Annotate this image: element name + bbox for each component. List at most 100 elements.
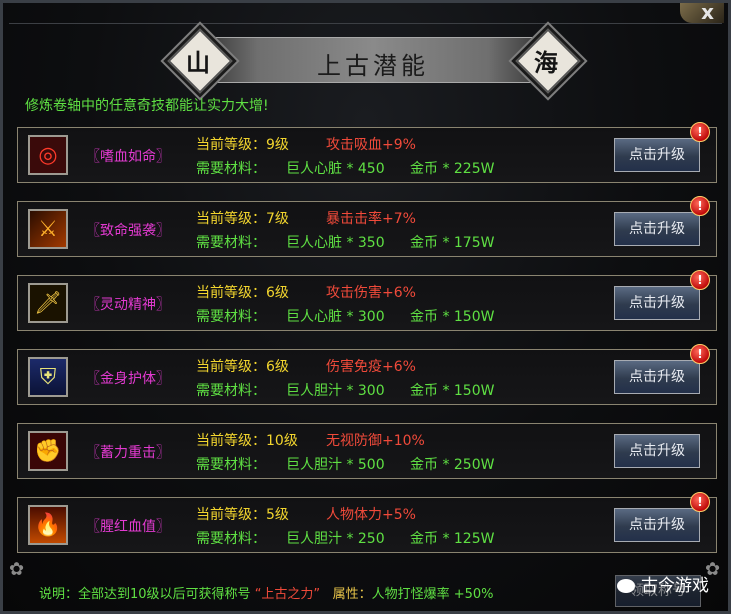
level-line: 当前等级：5级 人物体力+5% <box>196 504 416 524</box>
gold-requirement: 金币 * 125W <box>410 531 495 547</box>
footer-title-name: “上古之力” <box>254 587 321 602</box>
level-line: 当前等级：10级 无视防御+10% <box>196 430 425 450</box>
gold-requirement: 金币 * 150W <box>410 383 495 399</box>
materials-label: 需要材料： <box>196 457 266 473</box>
alert-icon: ! <box>690 492 710 512</box>
materials-line: 需要材料： 巨人心脏 * 300 金币 * 150W <box>196 306 494 326</box>
skill-name: 〖致命强袭〗 <box>86 223 170 239</box>
alert-icon: ! <box>690 344 710 364</box>
title-banner: 上古潜能 <box>193 37 553 83</box>
upgrade-button[interactable]: 点击升级 <box>614 138 700 172</box>
upgrade-button[interactable]: 点击升级 <box>614 508 700 542</box>
current-level-label: 当前等级： <box>196 211 266 227</box>
material-requirement: 巨人心脏 * 300 <box>286 309 385 325</box>
skill-name: 〖蓄力重击〗 <box>86 445 170 461</box>
watermark: 古今游戏 <box>617 571 727 601</box>
skill-name: 〖嗜血如命〗 <box>86 149 170 165</box>
footer-prefix: 说明：全部达到10级以后可获得称号 <box>39 587 251 602</box>
materials-line: 需要材料： 巨人胆汁 * 250 金币 * 125W <box>196 528 494 548</box>
effect-text: 攻击伤害+6% <box>326 285 416 301</box>
upgrade-button[interactable]: 点击升级 <box>614 286 700 320</box>
materials-line: 需要材料： 巨人心脏 * 350 金币 * 175W <box>196 232 494 252</box>
current-level-value: 7级 <box>266 211 289 227</box>
material-requirement: 巨人心脏 * 350 <box>286 235 385 251</box>
alert-icon: ! <box>690 270 710 290</box>
alert-icon: ! <box>690 196 710 216</box>
effect-text: 攻击吸血+9% <box>326 137 416 153</box>
current-level-label: 当前等级： <box>196 285 266 301</box>
skill-icon-frame: ⚔ <box>28 209 68 249</box>
current-level-label: 当前等级： <box>196 433 266 449</box>
footer-note: 说明：全部达到10级以后可获得称号 “上古之力” 属性：人物打怪爆率 +50% <box>39 583 494 602</box>
materials-label: 需要材料： <box>196 531 266 547</box>
left-badge-label: 山 <box>186 48 210 77</box>
materials-label: 需要材料： <box>196 235 266 251</box>
current-level-value: 10级 <box>266 433 298 449</box>
skill-row: ⚔ 〖致命强袭〗 当前等级：7级 暴击击率+7% 需要材料： 巨人心脏 * 35… <box>17 196 717 257</box>
effect-text: 伤害免疫+6% <box>326 359 416 375</box>
effect-text: 无视防御+10% <box>326 433 425 449</box>
gold-requirement: 金币 * 250W <box>410 457 495 473</box>
skill-name: 〖金身护体〗 <box>86 371 170 387</box>
current-level-value: 9级 <box>266 137 289 153</box>
red-fist-icon: ✊ <box>34 439 62 464</box>
close-icon[interactable]: x <box>701 2 714 22</box>
footer-attr-label: 属性： <box>332 587 372 602</box>
skill-icon-frame: ◎ <box>28 135 68 175</box>
top-border <box>9 9 722 24</box>
skill-row: ⛨ 〖金身护体〗 当前等级：6级 伤害免疫+6% 需要材料： 巨人胆汁 * 30… <box>17 344 717 405</box>
level-line: 当前等级：6级 攻击伤害+6% <box>196 282 416 302</box>
materials-line: 需要材料： 巨人心脏 * 450 金币 * 225W <box>196 158 494 178</box>
materials-label: 需要材料： <box>196 161 266 177</box>
materials-label: 需要材料： <box>196 309 266 325</box>
current-level-label: 当前等级： <box>196 359 266 375</box>
watermark-text: 古今游戏 <box>641 576 709 596</box>
corner-ornament: x <box>680 2 724 23</box>
shield-icon: ⛨ <box>39 365 57 390</box>
skill-row: ◎ 〖嗜血如命〗 当前等级：9级 攻击吸血+9% 需要材料： 巨人心脏 * 45… <box>17 122 717 183</box>
level-line: 当前等级：6级 伤害免疫+6% <box>196 356 416 376</box>
level-line: 当前等级：7级 暴击击率+7% <box>196 208 416 228</box>
materials-line: 需要材料： 巨人胆汁 * 300 金币 * 150W <box>196 380 494 400</box>
wechat-icon <box>617 579 635 593</box>
skill-icon-frame: 🗡 <box>28 283 68 323</box>
fire-warrior-icon: 🔥 <box>34 513 62 538</box>
corner-flower-icon: ✿ <box>9 559 25 580</box>
skill-icon-frame: 🔥 <box>28 505 68 545</box>
level-line: 当前等级：9级 攻击吸血+9% <box>196 134 416 154</box>
skill-row: ✊ 〖蓄力重击〗 当前等级：10级 无视防御+10% 需要材料： 巨人胆汁 * … <box>17 423 717 479</box>
alert-icon: ! <box>690 122 710 142</box>
material-requirement: 巨人心脏 * 450 <box>286 161 385 177</box>
footer-attr-value: 人物打怪爆率 +50% <box>371 587 494 602</box>
potential-panel: x 上古潜能 山 海 修炼卷轴中的任意奇技都能让实力大增! ◎ 〖嗜血如命〗 当… <box>0 0 731 614</box>
upgrade-button[interactable]: 点击升级 <box>614 212 700 246</box>
effect-text: 人物体力+5% <box>326 507 416 523</box>
left-title-badge: 山 <box>167 28 233 94</box>
material-requirement: 巨人胆汁 * 250 <box>286 531 385 547</box>
material-requirement: 巨人胆汁 * 300 <box>286 383 385 399</box>
gold-requirement: 金币 * 225W <box>410 161 495 177</box>
upgrade-button[interactable]: 点击升级 <box>614 360 700 394</box>
upgrade-button[interactable]: 点击升级 <box>614 434 700 468</box>
skill-name: 〖灵动精神〗 <box>86 297 170 313</box>
right-badge-label: 海 <box>534 48 558 77</box>
flame-slash-icon: ⚔ <box>38 217 58 242</box>
material-requirement: 巨人胆汁 * 500 <box>286 457 385 473</box>
blood-target-icon: ◎ <box>38 143 58 168</box>
effect-text: 暴击击率+7% <box>326 211 416 227</box>
gold-requirement: 金币 * 175W <box>410 235 495 251</box>
materials-line: 需要材料： 巨人胆汁 * 500 金币 * 250W <box>196 454 494 474</box>
current-level-label: 当前等级： <box>196 507 266 523</box>
skill-row: 🔥 〖腥红血值〗 当前等级：5级 人物体力+5% 需要材料： 巨人胆汁 * 25… <box>17 492 717 553</box>
skill-row: 🗡 〖灵动精神〗 当前等级：6级 攻击伤害+6% 需要材料： 巨人心脏 * 30… <box>17 270 717 331</box>
page-title: 上古潜能 <box>317 52 429 80</box>
skill-icon-frame: ⛨ <box>28 357 68 397</box>
skill-icon-frame: ✊ <box>28 431 68 471</box>
current-level-value: 6级 <box>266 285 289 301</box>
current-level-value: 5级 <box>266 507 289 523</box>
current-level-label: 当前等级： <box>196 137 266 153</box>
current-level-value: 6级 <box>266 359 289 375</box>
materials-label: 需要材料： <box>196 383 266 399</box>
gold-requirement: 金币 * 150W <box>410 309 495 325</box>
right-title-badge: 海 <box>515 28 581 94</box>
